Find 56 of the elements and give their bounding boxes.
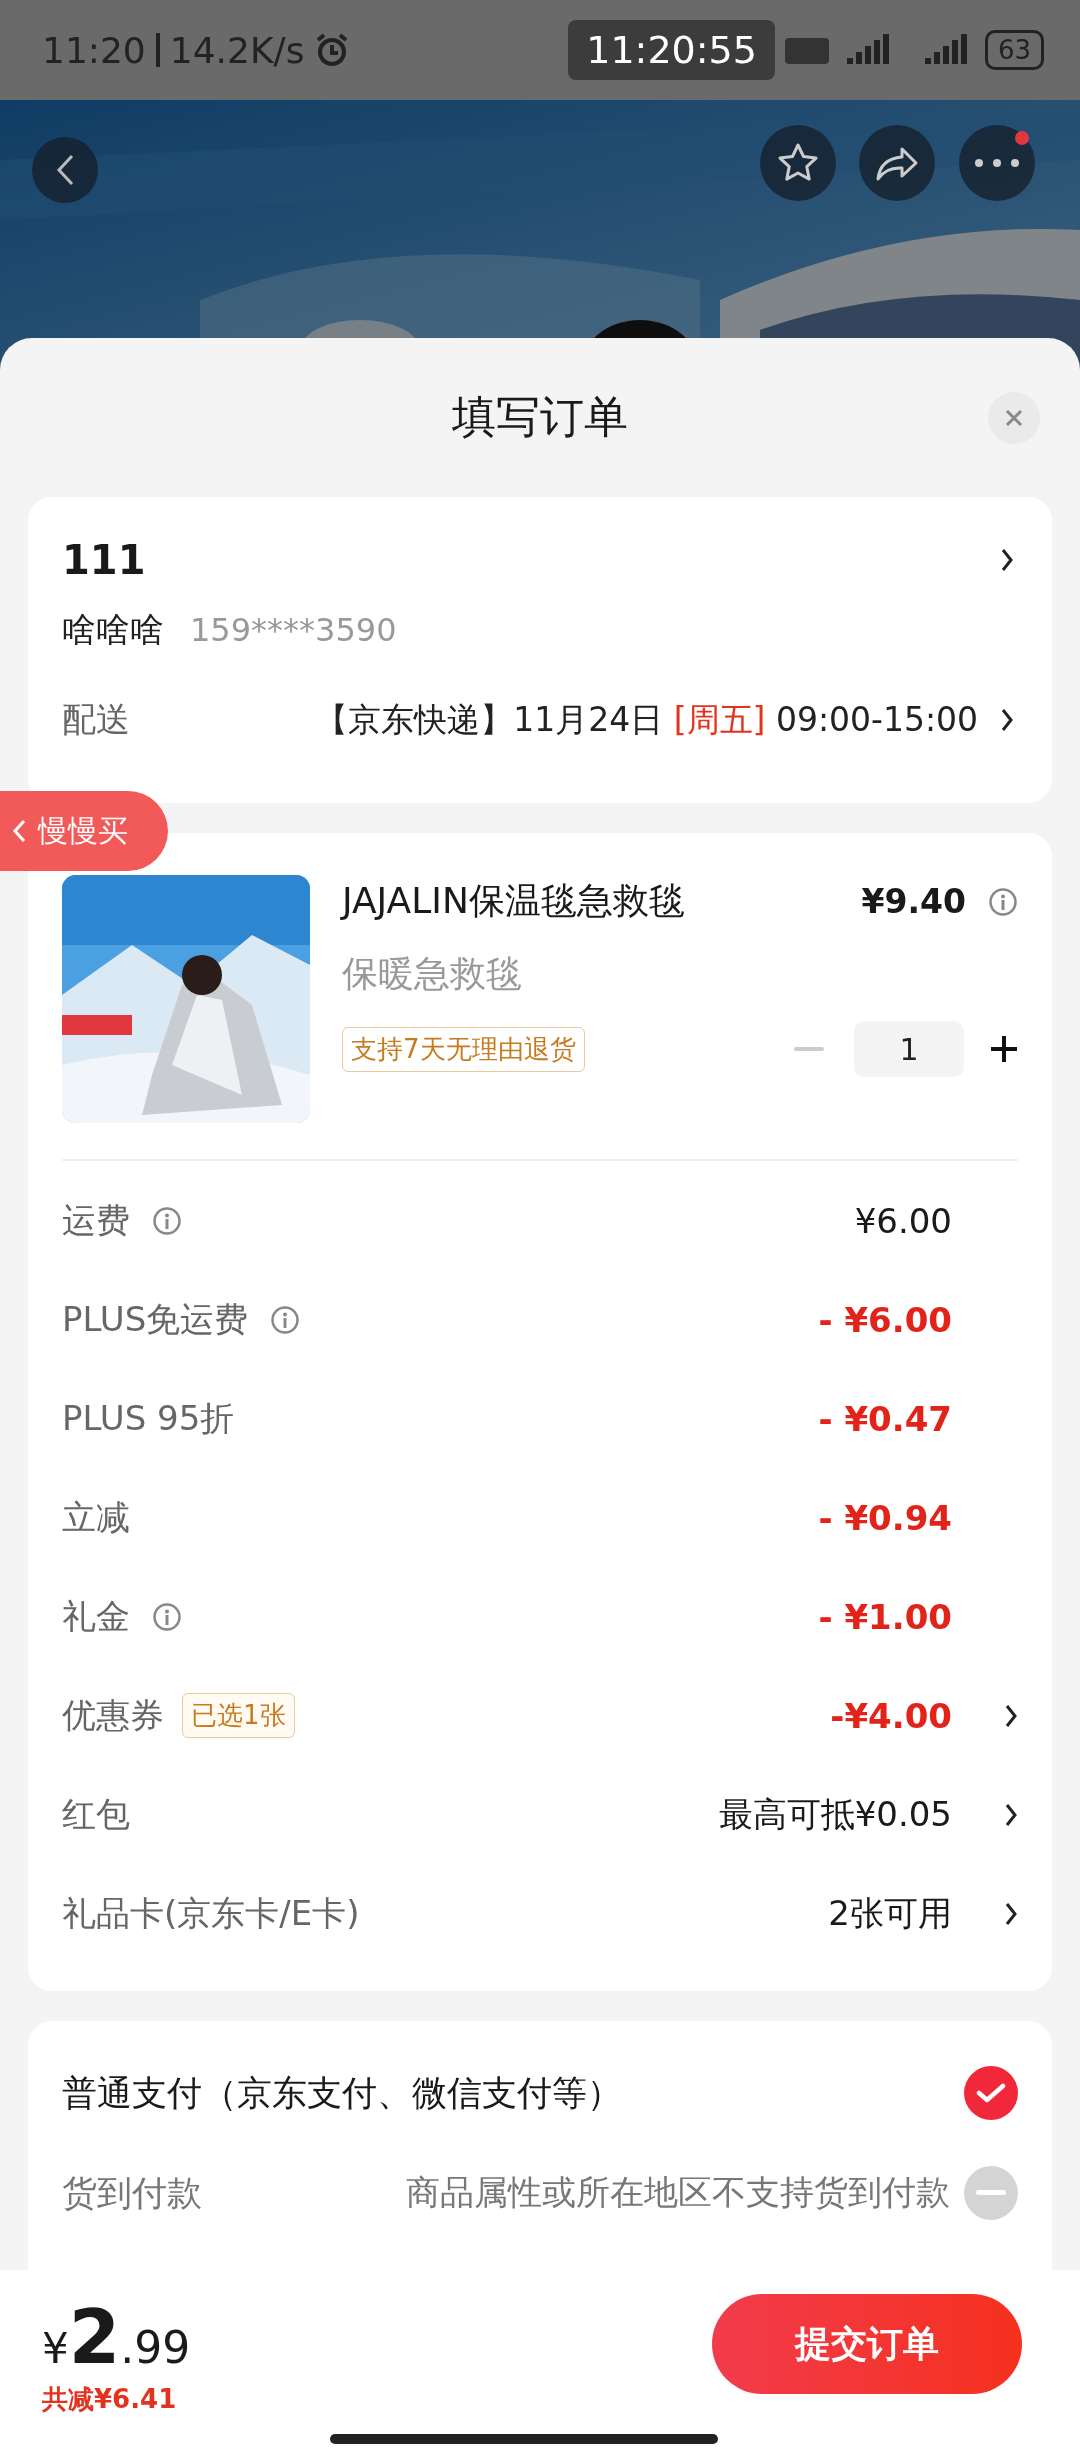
chevron-icon (1000, 707, 1014, 733)
payment-note: 商品属性或所在地区不支持货到付款 (406, 2171, 950, 2214)
more-icon (975, 159, 1019, 167)
return-policy-tag: 支持7天无理由退货 (342, 1026, 585, 1072)
phone-number: 159****3590 (190, 611, 397, 649)
info-icon[interactable] (988, 886, 1018, 917)
fee-label: PLUS 95折 (62, 1396, 235, 1440)
status-time: 11:20 (42, 29, 146, 71)
quantity-field[interactable]: 1 (854, 1021, 964, 1077)
delivery-label: 配送 (62, 698, 130, 741)
back-icon (55, 153, 75, 187)
sheet-title: 填写订单 (452, 390, 628, 444)
chevron-icon (1004, 1900, 1018, 1927)
fee-label: PLUS免运费 (62, 1297, 249, 1341)
fee-label: 优惠券 (62, 1693, 164, 1737)
info-icon[interactable] (152, 1601, 182, 1632)
fee-value: - ¥0.47 (818, 1398, 952, 1439)
fee-value[interactable]: 最高可抵¥0.05 (718, 1791, 952, 1838)
fee-label: 红包 (62, 1792, 130, 1836)
payment-option[interactable]: 普通支付（京东支付、微信支付等） (62, 2069, 622, 2117)
notification-dot (1015, 131, 1029, 145)
close-icon (1004, 408, 1024, 428)
delivery-time[interactable]: 【京东快递】11月24日 [周五] 09:00-15:00 (315, 697, 978, 743)
info-icon[interactable] (270, 1304, 301, 1335)
check-icon[interactable] (964, 2066, 1018, 2120)
address-card[interactable]: 111 啥啥啥 159****3590 配送 【京东快递】11月24日 [周五] 09:00-15:00 (28, 497, 1052, 803)
product-title[interactable]: JAJALIN保温毯急救毯 (342, 877, 685, 926)
chevron-icon (1004, 1801, 1018, 1828)
savings-text: 共减¥6.41 (42, 2383, 178, 2416)
fee-value[interactable]: -¥4.00 (830, 1695, 952, 1736)
fee-value[interactable]: 2张可用 (828, 1890, 952, 1937)
chevron-icon (12, 819, 26, 843)
product-subtitle: 保暖急救毯 (342, 952, 523, 996)
fee-label: 礼品卡(京东卡/E卡) (62, 1891, 360, 1935)
fee-label: 立减 (62, 1495, 130, 1539)
total-price: ¥2.99 (42, 2294, 191, 2380)
submit-button[interactable]: 提交订单 (712, 2294, 1022, 2394)
fee-label: 运费 (62, 1198, 130, 1242)
chevron-icon (1000, 547, 1014, 573)
fee-value: - ¥6.00 (818, 1299, 952, 1340)
info-icon[interactable] (152, 1205, 182, 1236)
battery-indicator: 63 (984, 30, 1044, 70)
coupon-badge: 已选1张 (182, 1693, 295, 1738)
separator-icon (155, 33, 160, 67)
chevron-icon (1004, 1702, 1018, 1729)
network-speed: 14.2K/s (169, 29, 305, 71)
close-button[interactable] (988, 392, 1040, 444)
plus-icon[interactable] (990, 1035, 1018, 1063)
fee-value: - ¥1.00 (818, 1596, 952, 1637)
product-price: ¥9.40 (861, 882, 966, 921)
fee-label: 礼金 (62, 1594, 130, 1638)
clock-pill: 11:20:55 (568, 20, 775, 80)
address-name: 111 (62, 537, 146, 583)
fee-value: ¥6.00 (854, 1200, 952, 1241)
fee-value: - ¥0.94 (818, 1497, 952, 1538)
contact-name: 啥啥啥 (62, 608, 164, 651)
